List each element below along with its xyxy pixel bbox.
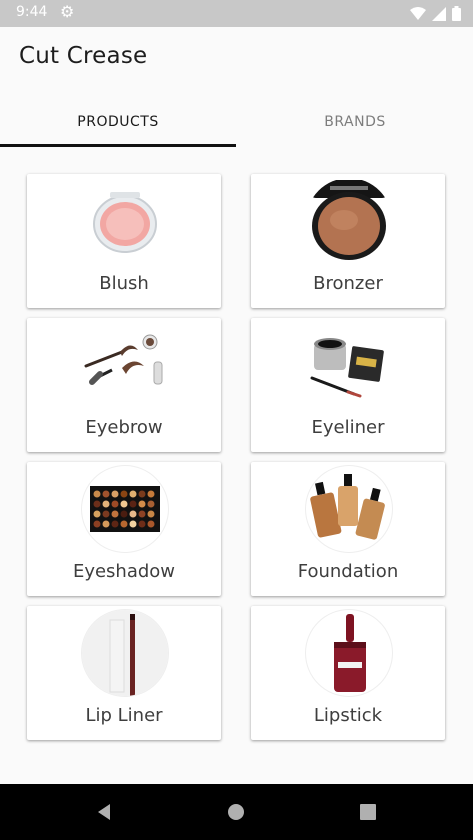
app-title: Cut Crease — [19, 43, 148, 69]
bronzer-image — [306, 178, 392, 264]
eyeliner-image — [306, 322, 392, 408]
status-bar: 9:44 ⚙ — [0, 0, 473, 27]
signal-icon — [432, 6, 446, 21]
category-card-lip-liner[interactable]: Lip Liner — [27, 606, 221, 740]
category-card-eyeliner[interactable]: Eyeliner — [251, 318, 445, 452]
category-label: Eyebrow — [85, 417, 163, 438]
tab-brands[interactable]: BRANDS — [237, 98, 473, 146]
status-icons — [410, 6, 461, 21]
gear-icon: ⚙ — [60, 2, 75, 21]
lip-liner-image — [82, 610, 168, 696]
category-card-lipstick[interactable]: Lipstick — [251, 606, 445, 740]
tab-products[interactable]: PRODUCTS — [0, 98, 236, 146]
category-card-bronzer[interactable]: Bronzer — [251, 174, 445, 308]
category-label: Lipstick — [313, 705, 383, 726]
tab-indicator — [0, 144, 236, 147]
wifi-icon — [410, 6, 426, 20]
recents-icon[interactable] — [358, 802, 378, 822]
app-bar: Cut Crease — [0, 27, 473, 90]
eyeshadow-image — [82, 466, 168, 552]
back-icon[interactable] — [94, 802, 114, 822]
category-label: Eyeshadow — [72, 561, 176, 582]
category-card-eyebrow[interactable]: Eyebrow — [27, 318, 221, 452]
blush-image — [82, 178, 168, 264]
category-card-blush[interactable]: Blush — [27, 174, 221, 308]
category-label: Lip Liner — [85, 705, 163, 726]
category-label: Eyeliner — [311, 417, 385, 438]
category-label: Foundation — [297, 561, 399, 582]
lipstick-image — [306, 610, 392, 696]
category-card-foundation[interactable]: Foundation — [251, 462, 445, 596]
system-nav-bar — [0, 784, 473, 840]
status-time: 9:44 — [16, 4, 48, 20]
category-card-eyeshadow[interactable]: Eyeshadow — [27, 462, 221, 596]
foundation-image — [306, 466, 392, 552]
category-label: Blush — [99, 273, 149, 294]
eyebrow-image — [82, 322, 168, 408]
battery-icon — [452, 6, 461, 21]
tab-bar: PRODUCTS BRANDS — [0, 98, 473, 148]
home-icon[interactable] — [226, 802, 246, 822]
category-label: Bronzer — [313, 273, 383, 294]
